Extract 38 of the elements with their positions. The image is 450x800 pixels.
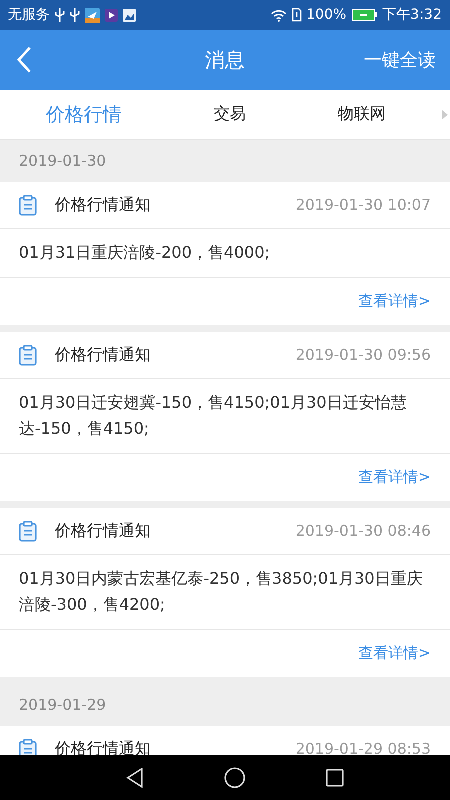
message-title: 价格行情通知: [55, 520, 151, 542]
home-icon[interactable]: [224, 766, 246, 788]
message-body: 01月30日内蒙古宏基亿泰-250，售3850;01月30日重庆涪陵-300，售4200;: [0, 555, 450, 630]
view-details-link[interactable]: 查看详情>: [358, 468, 431, 487]
tab[interactable]: 物联网: [332, 94, 392, 136]
mark-all-read-button[interactable]: 一键全读: [364, 48, 450, 72]
clock-text: 下午3:32: [382, 6, 442, 24]
message-time: 2019-01-29 08:53: [296, 740, 431, 755]
clipboard-icon: [19, 344, 37, 366]
message-title: 价格行情通知: [55, 344, 151, 366]
usb-icon: [55, 8, 65, 22]
view-details-link[interactable]: 查看详情>: [358, 292, 431, 311]
date-header: 2019-01-30: [18, 151, 108, 172]
view-details-link[interactable]: 查看详情>: [358, 644, 431, 663]
battery-icon: [352, 9, 378, 21]
back-icon: [16, 46, 32, 74]
date-header: 2019-01-29: [18, 695, 108, 716]
page-title: 消息: [205, 46, 245, 74]
battery-percent: 100%: [306, 7, 347, 23]
back-icon[interactable]: [126, 768, 144, 788]
tab[interactable]: 交易: [208, 94, 252, 136]
carrier-text: 无服务: [8, 6, 50, 24]
message-body: 01月30日迁安翅冀-150，售4150;01月30日迁安怡慧达-150，售4150;: [0, 379, 450, 454]
message-title: 价格行情通知: [55, 194, 151, 216]
clipboard-icon: [19, 520, 37, 542]
clipboard-icon: [19, 194, 37, 216]
message-body: 01月31日重庆涪陵-200，售4000;: [0, 229, 450, 278]
sim-icon: [292, 8, 302, 22]
usb-icon: [70, 8, 80, 22]
message-time: 2019-01-30 10:07: [296, 196, 431, 214]
app-icon: [85, 8, 100, 22]
message-time: 2019-01-30 08:46: [296, 522, 431, 540]
image-icon: [123, 8, 136, 22]
wifi-icon: [270, 8, 287, 22]
recent-apps-icon[interactable]: [326, 768, 344, 786]
message-time: 2019-01-30 09:56: [296, 346, 431, 364]
tab[interactable]: 价格行情: [40, 94, 128, 136]
play-icon: [105, 8, 118, 22]
